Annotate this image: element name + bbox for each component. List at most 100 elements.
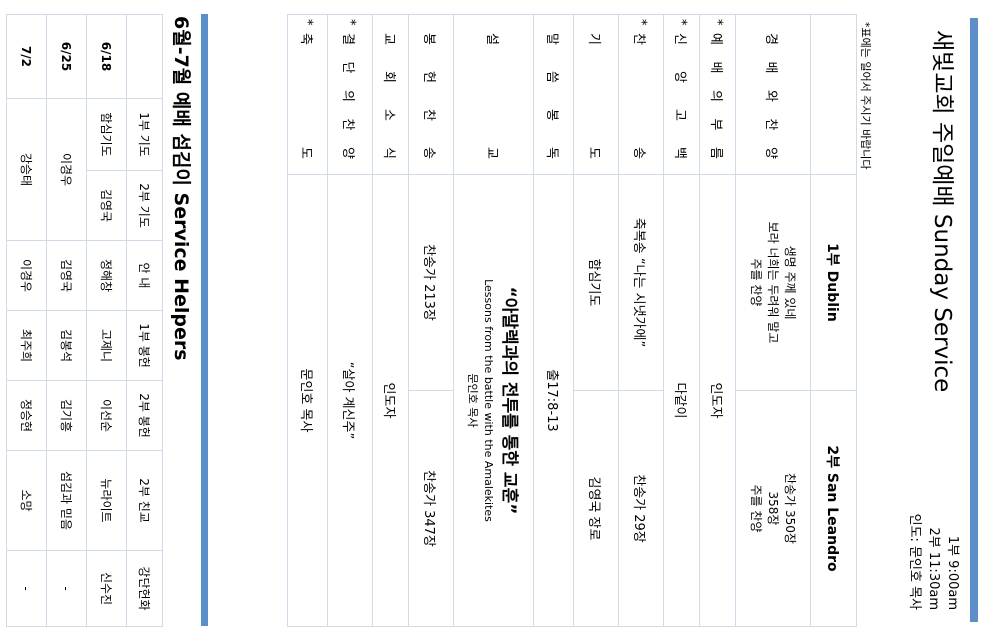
service-cell-line: 다같이 (672, 382, 687, 419)
service-row: 설 교 “아말렉과의 전투를 통한 교훈” Lessons from the batt… (453, 14, 534, 627)
helpers-row: 7/2 강승태 이경우 최주희 정승현 소망 - (6, 14, 47, 627)
service-cell-first: “아말렉과의 전투를 통한 교훈” Lessons from the battle… (453, 174, 534, 627)
helpers-cell: - (6, 550, 47, 627)
service-row: 교 회 소 식인도자 (372, 14, 409, 627)
helpers-cell: 김영국 (86, 170, 127, 241)
helpers-header-cell: 강단헌화 (126, 550, 163, 627)
helpers-accent-bar (201, 14, 208, 626)
service-item-label: 기도 (573, 14, 619, 175)
service-item-label: * 찬 송 (618, 14, 664, 175)
helpers-header-cell: 1부 봉헌 (126, 310, 163, 381)
service-cell-line: 찬송가 350장 (783, 473, 798, 544)
time-first: 1부 9:00am (945, 535, 960, 610)
helpers-cell: 섬김과 믿음 (46, 450, 87, 551)
helpers-section: 1부 기도 2부 기도 안 내 1부 봉헌 2부 봉헌 2부 친교 강단헌화 6/18 함심기도… (6, 14, 163, 627)
helpers-table: 1부 기도 2부 기도 안 내 1부 봉헌 2부 봉헌 2부 친교 강단헌화 6/18 함심기도… (6, 14, 163, 627)
service-cell-first: 인도자 (699, 174, 736, 627)
service-header-row: 1부 Dublin 2부 San Leandro (810, 14, 857, 627)
helpers-header-row: 1부 기도 2부 기도 안 내 1부 봉헌 2부 봉헌 2부 친교 강단헌화 (126, 14, 163, 627)
service-cell-line: 함심기도 (586, 258, 602, 307)
service-cell-second: 찬송가 350장 358장 주를 찬양 (735, 390, 811, 627)
service-cell-first: 함심기도 (573, 174, 619, 391)
service-row: 봉 헌 찬 송찬송가 213장찬송가 347장 (408, 14, 454, 627)
service-times: 1부 9:00am 2부 11:30am 인도: 문인호 목사 (905, 514, 962, 610)
time-second: 2부 11:30am (926, 527, 941, 610)
service-cell-line: 출17:8-13 (544, 369, 559, 432)
helpers-cell: 이경우 (6, 240, 47, 311)
service-cell-first: 찬송가 213장 (408, 174, 454, 391)
helpers-header-cell: 2부 봉헌 (126, 380, 163, 451)
service-cell-line: 인도자 (381, 382, 396, 419)
service-cell-line: 찬송가 29장 (631, 474, 647, 543)
service-cell-second: 찬송가 29장 (618, 390, 664, 627)
service-header-blank (810, 14, 857, 175)
document-page: 새빛교회 주일예배 Sunday Service 1부 9:00am 2부 11… (0, 0, 998, 640)
service-row: 기 도 함심기도 김영국 장로 (573, 14, 619, 627)
helpers-merged-cell: 이경우 (46, 98, 87, 241)
helpers-cell: 정해창 (86, 240, 127, 311)
service-item-text: 찬송 (631, 33, 647, 160)
service-item-text: 봉헌찬송 (421, 33, 437, 160)
service-header-first: 1부 Dublin (810, 174, 857, 391)
helpers-cell: 뉴라이트 (86, 450, 127, 551)
service-row: * 찬 송 축복송 “나는 시냇가에” 찬송가 29장 (618, 14, 664, 627)
service-cell-second: 찬송가 347장 (408, 390, 454, 627)
standing-marker: * (633, 19, 649, 27)
helpers-cell: - (46, 550, 87, 627)
standing-marker: * (710, 19, 725, 27)
helpers-header-cell: 2부 친교 (126, 450, 163, 551)
service-cell-line: 문인호 목사 (466, 373, 480, 428)
service-cell-line: 주를 찬양 (749, 484, 764, 533)
helpers-date: 6/18 (86, 14, 127, 99)
service-cell-first: 문인호 목사 (287, 174, 328, 627)
service-item-text: 설교 (484, 33, 499, 160)
page-title: 새빛교회 주일예배 Sunday Service (929, 30, 955, 393)
helpers-date: 6/25 (46, 14, 87, 99)
helpers-date: 7/2 (6, 14, 47, 99)
service-order: 1부 Dublin 2부 San Leandro 경 배 와 찬 양 생명 주께 있네 보라 너… (287, 14, 857, 627)
service-cell-line: 문인호 목사 (298, 368, 313, 433)
service-cell-first: 인도자 (372, 174, 409, 627)
helpers-header-cell (126, 14, 163, 99)
service-cell-line: 358장 (766, 491, 781, 526)
standing-marker: * (342, 19, 358, 27)
service-item-label: * 예 배 의 부 름 (699, 14, 736, 175)
service-item-label: 교회소식 (372, 14, 409, 175)
service-row: 경 배 와 찬 양 생명 주께 있네 보라 너희는 두려워 말고 주를 찬양 찬송가 350장 3… (735, 14, 811, 627)
header-accent-bar (970, 18, 978, 622)
helpers-header-cell: 2부 기도 (126, 170, 163, 241)
standing-note: *표에는 일어서 주시기 바랍니다 (859, 22, 872, 170)
service-cell-first: 출17:8-13 (533, 174, 574, 627)
helpers-title: 6월-7월 예배 섬김이 Service Helpers (170, 16, 192, 361)
helpers-cell: 함심기도 (86, 98, 127, 171)
helpers-header-cell: 안 내 (126, 240, 163, 311)
service-item-label: * 결 단 의 찬 양 (327, 14, 373, 175)
service-cell-line: “살아 계신주” (340, 361, 356, 440)
helpers-cell: 정승현 (6, 380, 47, 451)
service-row: * 축 도 문인호 목사 (287, 14, 328, 627)
helpers-cell: 김봉석 (46, 310, 87, 381)
helpers-row: 6/18 함심기도 김영국 정해창 고제니 이선순 뉴라이트 신수진 (86, 14, 127, 627)
service-item-text: 예배의부름 (708, 33, 723, 160)
service-row: * 신 앙 고 백다같이 (663, 14, 700, 627)
service-row: 말 씀 봉 독출17:8-13 (533, 14, 574, 627)
helpers-merged-cell: 강승태 (6, 98, 47, 241)
helpers-cell: 이선순 (86, 380, 127, 451)
service-item-label: 경배와찬양 (735, 14, 811, 175)
service-cell-line: 찬송가 213장 (421, 244, 437, 321)
service-item-label: * 신 앙 고 백 (663, 14, 700, 175)
service-cell-line: 생명 주께 있네 (783, 245, 798, 320)
service-cell-first: 생명 주께 있네 보라 너희는 두려워 말고 주를 찬양 (735, 174, 811, 391)
service-item-label: 설교 (453, 14, 534, 175)
helpers-cell: 신수진 (86, 550, 127, 627)
service-item-text: 말씀봉독 (544, 33, 559, 160)
service-item-label: 말씀봉독 (533, 14, 574, 175)
service-item-label: 봉헌찬송 (408, 14, 454, 175)
standing-marker: * (674, 19, 689, 27)
service-item-text: 결단의찬양 (340, 33, 356, 160)
helpers-cell: 김영국 (46, 240, 87, 311)
service-item-text: 기도 (586, 33, 602, 160)
service-cell-line: 인도자 (708, 382, 723, 419)
service-item-text: 축도 (298, 33, 313, 160)
service-cell-first: “살아 계신주” (327, 174, 373, 627)
